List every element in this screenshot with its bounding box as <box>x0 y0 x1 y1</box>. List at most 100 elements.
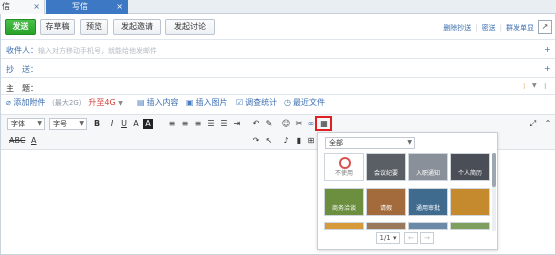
chevron-down-icon: ▼ <box>37 120 42 127</box>
template-thumb[interactable]: 会议纪要 <box>366 153 406 181</box>
template-thumb[interactable]: 请假 <box>366 188 406 216</box>
font-select-value: 字体 <box>11 120 25 128</box>
divider <box>1 94 555 95</box>
upgrade-link[interactable]: 升至4G <box>88 98 115 107</box>
align-center-icon[interactable]: ≡ <box>180 119 190 129</box>
size-select[interactable]: 字号 ▼ <box>49 118 87 130</box>
template-thumb[interactable]: 通用审批 <box>408 188 448 216</box>
contacts-icon[interactable]: + <box>544 45 551 54</box>
bullet-list-icon[interactable]: ☰ <box>219 119 229 129</box>
strikethrough-button[interactable]: ABC <box>9 136 25 145</box>
attachment-row[interactable]: ⌀ 添加附件 （最大2G） 升至4G ▼ <box>6 97 123 108</box>
preview-button[interactable]: 预览 <box>80 19 108 35</box>
image-icon: ▣ <box>186 98 194 107</box>
underline-icon[interactable]: U <box>119 119 129 129</box>
template-caption: 通用审批 <box>415 205 440 212</box>
arrow-icon[interactable]: ↖ <box>264 136 274 146</box>
tab-compose[interactable]: 写信 × <box>46 0 128 14</box>
template-caption: 商务洽谈 <box>331 205 356 212</box>
insert-image-label: 插入图片 <box>195 98 228 107</box>
template-thumb[interactable]: 个人简历 <box>450 153 490 181</box>
tab-bar: 信 × 写信 × <box>0 0 556 14</box>
insert-content-button[interactable]: ▤ 插入内容 <box>137 97 179 108</box>
text-size-button[interactable]: A <box>31 136 36 145</box>
template-thumb[interactable] <box>366 222 406 230</box>
table-icon[interactable]: ⊞ <box>306 136 316 146</box>
chevron-down-icon: ▼ <box>79 120 84 127</box>
template-caption: 不使用 <box>334 170 353 177</box>
indent-icon[interactable]: ⇥ <box>232 119 242 129</box>
template-caption: 请假 <box>379 205 392 212</box>
mass-send-link[interactable]: 群发单显 <box>506 24 534 32</box>
template-thumb[interactable]: 入职通知 <box>408 153 448 181</box>
size-select-value: 字号 <box>53 120 67 128</box>
survey-icon: ☑ <box>236 98 244 107</box>
template-thumb[interactable] <box>450 222 490 230</box>
font-select[interactable]: 字体 ▼ <box>7 118 45 130</box>
send-button[interactable]: 发送 <box>5 19 36 35</box>
template-category-select[interactable]: 全部 ▼ <box>325 137 415 149</box>
ordered-list-icon[interactable]: ☰ <box>206 119 216 129</box>
video-icon[interactable]: ▮ <box>294 136 304 146</box>
chevron-down-icon[interactable]: ▼ <box>532 82 537 89</box>
to-input[interactable]: 输入对方移动手机号，就能给他发邮件 <box>38 46 157 56</box>
undo-icon[interactable]: ↶ <box>251 119 261 129</box>
tab-inbox-label: 信 <box>2 2 10 11</box>
highlight-icon[interactable]: A <box>143 119 153 129</box>
next-page-button[interactable]: → <box>420 232 434 244</box>
tab-compose-label: 写信 <box>72 2 88 11</box>
recent-files-label: 最近文件 <box>292 98 325 107</box>
divider <box>1 58 555 59</box>
template-thumb[interactable] <box>324 222 364 230</box>
template-highlight <box>315 116 332 131</box>
template-thumb[interactable] <box>408 222 448 230</box>
clock-icon: ◷ <box>284 98 291 107</box>
template-scrollbar-thumb[interactable] <box>492 153 496 187</box>
tab-inbox[interactable]: 信 × <box>0 0 45 14</box>
add-cc-icon[interactable]: + <box>544 64 551 73</box>
page-select[interactable]: 1/1 ▾ <box>376 232 400 244</box>
insert-content-label: 插入内容 <box>146 98 179 107</box>
subject-label: 主 题： <box>6 84 38 93</box>
screenshot-icon[interactable]: ✂ <box>294 119 304 129</box>
cc-label: 抄 送： <box>6 65 38 74</box>
chevron-down-icon[interactable]: ▼ <box>118 100 123 107</box>
more-icon[interactable]: ⁝ <box>544 82 547 91</box>
template-none[interactable]: 不使用 <box>324 153 364 181</box>
remove-cc-link[interactable]: 删除抄送 <box>443 24 471 32</box>
prev-page-button[interactable]: ← <box>404 232 418 244</box>
insert-image-button[interactable]: ▣ 插入图片 <box>186 97 228 108</box>
close-icon[interactable]: × <box>33 0 40 14</box>
priority-icon[interactable]: ⁝ <box>523 82 526 91</box>
bcc-link[interactable]: 密送 <box>482 24 496 32</box>
fullscreen-icon[interactable]: ⤢ <box>528 119 538 129</box>
recent-files-button[interactable]: ◷ 最近文件 <box>284 97 325 108</box>
bold-icon[interactable]: B <box>92 119 102 129</box>
to-label: 收件人： <box>6 46 38 55</box>
collapse-toolbar-icon[interactable]: ⌃ <box>543 119 553 129</box>
align-right-icon[interactable]: ≡ <box>193 119 203 129</box>
paperclip-icon: ⌀ <box>6 98 11 107</box>
close-icon[interactable]: × <box>116 0 123 14</box>
redo-icon[interactable]: ↷ <box>251 136 261 146</box>
clear-format-icon[interactable]: ✎ <box>264 119 274 129</box>
divider <box>1 39 555 40</box>
send-invite-button[interactable]: 发起邀请 <box>113 19 161 35</box>
emoji-icon[interactable]: ☺ <box>281 119 291 129</box>
start-discussion-button[interactable]: 发起讨论 <box>165 19 215 35</box>
save-draft-button[interactable]: 存草稿 <box>40 19 75 35</box>
add-attachment-link[interactable]: 添加附件 <box>13 98 45 107</box>
survey-label: 调查统计 <box>245 98 278 107</box>
align-left-icon[interactable]: ≡ <box>167 119 177 129</box>
page-value: 1/1 <box>379 234 391 242</box>
insert-content-icon: ▤ <box>137 98 145 107</box>
attachment-limit: （最大2G） <box>47 99 86 107</box>
template-caption: 入职通知 <box>415 170 440 177</box>
survey-button[interactable]: ☑ 调查统计 <box>236 97 277 108</box>
font-color-icon[interactable]: A <box>131 119 141 129</box>
popout-icon[interactable]: ↗ <box>538 20 552 34</box>
italic-icon[interactable]: I <box>107 119 117 129</box>
music-icon[interactable]: ♪ <box>281 136 291 146</box>
template-thumb[interactable]: 商务洽谈 <box>324 188 364 216</box>
template-thumb[interactable] <box>450 188 490 216</box>
